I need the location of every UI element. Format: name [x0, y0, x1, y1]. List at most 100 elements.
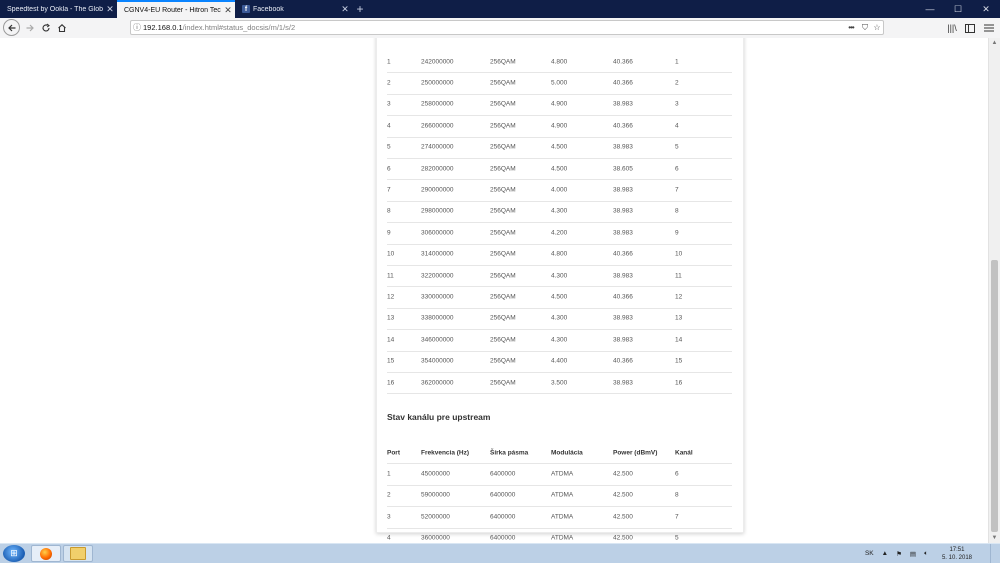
- windows-taskbar: ⊞ SK ▲ ⚑ ▤ 🔈︎ 17:51 5. 10. 2018: [0, 543, 1000, 563]
- table-cell: 10: [387, 250, 395, 258]
- tab-speedtest[interactable]: Speedtest by Ookla - The Global Broadban…: [0, 0, 117, 18]
- table-cell: 256QAM: [490, 229, 516, 237]
- scroll-down-icon[interactable]: ▼: [989, 533, 1000, 543]
- tray-expand-icon[interactable]: ▲: [882, 550, 888, 557]
- info-icon[interactable]: ⓘ: [131, 22, 143, 33]
- table-row: 15 354000000 256QAM 4.400 40.366 15: [387, 351, 732, 373]
- table-cell: ATDMA: [551, 470, 574, 478]
- table-cell: 256QAM: [490, 58, 516, 66]
- back-button[interactable]: [3, 19, 20, 36]
- library-button[interactable]: |||\: [944, 20, 960, 36]
- taskbar-firefox[interactable]: [31, 545, 61, 562]
- menu-button[interactable]: [981, 20, 997, 36]
- table-cell: 322000000: [421, 272, 454, 280]
- tab-router[interactable]: CGNV4-EU Router - Hitron Technologies ✕: [117, 0, 235, 18]
- table-row: 4 266000000 256QAM 4.900 40.366 4: [387, 115, 732, 138]
- table-cell: 11: [675, 272, 682, 280]
- table-cell: 3: [387, 100, 391, 108]
- forward-button[interactable]: [22, 20, 38, 36]
- table-cell: 256QAM: [490, 165, 516, 173]
- table-cell: 256QAM: [490, 186, 516, 194]
- scroll-up-icon[interactable]: ▲: [989, 38, 1000, 48]
- page-content: 1 242000000 256QAM 4.800 40.366 1 2 250000000 25…: [0, 38, 988, 543]
- windows-logo-icon: ⊞: [10, 548, 18, 558]
- table-cell: 38.983: [613, 207, 633, 215]
- clock-time: 17:51: [949, 546, 965, 553]
- table-row: 6 282000000 256QAM 4.500 38.605 6: [387, 158, 732, 181]
- docsis-status-card: 1 242000000 256QAM 4.800 40.366 1 2 250000000 25…: [376, 38, 744, 542]
- show-desktop-button[interactable]: [990, 544, 1000, 563]
- table-cell: Power (dBmV): [613, 449, 658, 457]
- table-cell: 8: [675, 207, 679, 215]
- table-cell: Šírka pásma: [490, 449, 529, 457]
- table-cell: 52000000: [421, 513, 450, 521]
- close-icon[interactable]: ✕: [103, 4, 117, 15]
- table-cell: 8: [675, 491, 679, 499]
- table-cell: 256QAM: [490, 293, 516, 301]
- table-cell: Port: [387, 449, 400, 457]
- page-actions-button[interactable]: •••: [843, 23, 859, 32]
- table-cell: 256QAM: [490, 314, 516, 322]
- tab-strip: Speedtest by Ookla - The Global Broadban…: [0, 0, 1000, 18]
- close-icon[interactable]: ✕: [338, 4, 352, 15]
- table-cell: 6: [675, 165, 679, 173]
- address-bar[interactable]: ⓘ 192.168.0.1/index.html#status_docsis/m…: [130, 20, 884, 35]
- table-row: 7 290000000 256QAM 4.000 38.983 7: [387, 179, 732, 202]
- table-cell: 3: [675, 100, 679, 108]
- maximize-icon[interactable]: ☐: [944, 0, 972, 18]
- table-cell: 16: [387, 379, 395, 387]
- new-tab-button[interactable]: +: [352, 0, 368, 18]
- table-cell: 45000000: [421, 470, 450, 478]
- table-cell: 2: [387, 491, 391, 499]
- tab-title: CGNV4-EU Router - Hitron Technologies: [124, 6, 221, 14]
- table-cell: 4.200: [551, 229, 568, 237]
- language-indicator[interactable]: SK: [865, 550, 874, 557]
- table-cell: 40.366: [613, 293, 633, 301]
- table-cell: 6400000: [490, 534, 516, 542]
- scrollbar-thumb[interactable]: [991, 260, 998, 532]
- vertical-scrollbar[interactable]: ▲ ▼: [988, 38, 1000, 543]
- table-cell: 4: [387, 122, 391, 130]
- close-icon[interactable]: ✕: [221, 5, 235, 16]
- volume-icon[interactable]: 🔈︎: [924, 550, 928, 558]
- home-button[interactable]: [54, 20, 70, 36]
- table-cell: 9: [675, 229, 679, 237]
- minimize-icon[interactable]: —: [916, 0, 944, 18]
- table-cell: 290000000: [421, 186, 454, 194]
- clock[interactable]: 17:51 5. 10. 2018: [942, 546, 972, 562]
- table-cell: 15: [387, 357, 395, 365]
- network-icon[interactable]: ▤: [910, 550, 916, 558]
- flag-icon[interactable]: ⚑: [896, 550, 902, 558]
- table-cell: 12: [387, 293, 395, 301]
- table-cell: 14: [387, 336, 395, 344]
- table-cell: 4.000: [551, 186, 568, 194]
- table-cell: 256QAM: [490, 100, 516, 108]
- table-cell: 4.400: [551, 357, 568, 365]
- table-row: 2 250000000 256QAM 5.000 40.366 2: [387, 72, 732, 95]
- reload-button[interactable]: [38, 20, 54, 36]
- table-row: 5 274000000 256QAM 4.500 38.983 5: [387, 137, 732, 159]
- table-cell: 346000000: [421, 336, 454, 344]
- table-cell: 256QAM: [490, 250, 516, 258]
- table-row: 1 45000000 6400000 ATDMA 42.500 6: [387, 463, 732, 486]
- table-cell: 12: [675, 293, 683, 301]
- bookmark-star-icon[interactable]: ☆: [871, 23, 883, 32]
- system-tray: SK ▲ ⚑ ▤ 🔈︎ 17:51 5. 10. 2018: [857, 544, 972, 563]
- tab-facebook[interactable]: f Facebook ✕: [235, 0, 352, 18]
- table-cell: 256QAM: [490, 122, 516, 130]
- table-cell: 5.000: [551, 79, 568, 87]
- table-cell: 7: [675, 513, 679, 521]
- tab-title: Speedtest by Ookla - The Global Broadban…: [7, 5, 103, 13]
- table-cell: 256QAM: [490, 357, 516, 365]
- table-cell: 4.300: [551, 314, 568, 322]
- sidebar-button[interactable]: [962, 20, 978, 36]
- table-cell: 282000000: [421, 165, 454, 173]
- taskbar-explorer[interactable]: [63, 545, 93, 562]
- clock-date: 5. 10. 2018: [941, 554, 972, 561]
- table-cell: 4: [387, 534, 391, 542]
- close-window-icon[interactable]: ✕: [972, 0, 1000, 18]
- pocket-icon[interactable]: ⛉: [859, 23, 871, 33]
- start-button[interactable]: ⊞: [3, 545, 25, 562]
- arrow-left-icon: [7, 24, 15, 31]
- table-cell: 42.500: [613, 491, 633, 499]
